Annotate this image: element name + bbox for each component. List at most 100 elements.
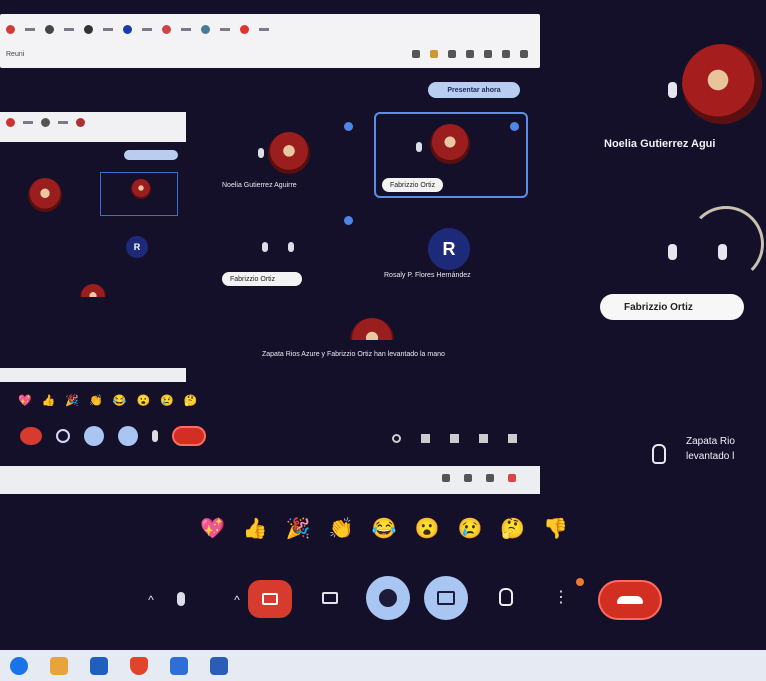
participant-name-chip: Fabrizzio Ortiz (600, 294, 744, 320)
activities-icon (479, 434, 488, 443)
mic-icon (288, 242, 294, 252)
reaction-surprise-icon[interactable]: 😮 (415, 516, 440, 541)
more-options-button[interactable]: ⋮ (553, 586, 569, 608)
controls-bar-small (20, 426, 206, 446)
tab-favicon[interactable] (201, 24, 210, 34)
tab-title-line (142, 27, 152, 31)
participant-name: Rosaly P. Flores Hernández (384, 272, 471, 279)
participant-name-chip: Fabrizzio Ortiz (222, 272, 302, 286)
tab-favicon (41, 118, 50, 127)
address-bar-row: Reuni (0, 44, 540, 64)
camera-off-icon (262, 593, 278, 605)
extension-icon[interactable] (448, 50, 456, 58)
os-taskbar (0, 650, 766, 681)
active-speaker-tile[interactable]: Fabrizzio Ortiz (374, 112, 528, 198)
mic-icon (668, 244, 677, 260)
extension-icon[interactable] (520, 50, 528, 58)
reaction-laugh-icon[interactable]: 😂 (372, 516, 397, 541)
reaction-think-icon: 🤔 (183, 395, 198, 407)
mic-options-chevron-icon[interactable]: ^ (144, 593, 158, 607)
extension-icon (464, 474, 472, 482)
people-icon (421, 434, 430, 443)
brave-browser-icon[interactable] (130, 656, 148, 675)
participant-avatar (131, 179, 151, 199)
reaction-sad-icon[interactable]: 😢 (457, 516, 482, 541)
reaction-think-icon[interactable]: 🤔 (500, 516, 525, 541)
reaction-heart-icon: 💖 (18, 395, 32, 407)
mic-icon (262, 242, 268, 252)
mic-icon (258, 148, 264, 158)
reactions-bar-small: 💖 👍 🎉 👏 😂 😮 😢 🤔 (18, 394, 198, 407)
extension-icon[interactable] (430, 50, 438, 58)
reactions-bar: 💖 👍 🎉 👏 😂 😮 😢 🤔 👎 (200, 516, 568, 541)
nested-browser-window-small (0, 112, 186, 142)
tab-favicon[interactable] (84, 24, 93, 34)
camera-toggle-button[interactable] (248, 580, 292, 618)
end-call-icon (617, 596, 643, 604)
tab-favicon[interactable] (162, 24, 171, 34)
mic-button[interactable] (176, 590, 186, 608)
emoji-icon (379, 589, 397, 607)
reaction-heart-icon[interactable]: 💖 (200, 516, 225, 541)
hand-raised-notice: Zapata Rio levantado l (686, 434, 735, 464)
hand-icon (499, 588, 513, 606)
reaction-party-icon[interactable]: 🎉 (286, 516, 311, 541)
extension-icon (486, 474, 494, 482)
camera-options-chevron-icon[interactable]: ^ (230, 593, 244, 607)
captions-button[interactable] (320, 588, 340, 608)
present-button[interactable] (424, 576, 468, 620)
extension-icon (508, 474, 516, 482)
speaking-ring (688, 206, 764, 282)
hand-raised-icon (652, 444, 666, 464)
hand-raised-notice: Zapata Rios Azure y Fabrizzio Ortiz han … (262, 351, 445, 358)
participant-name: Fabrizzio Ortiz (390, 181, 436, 189)
mic-icon (177, 592, 185, 606)
raise-hand-button[interactable] (496, 586, 516, 608)
participant-initial-avatar: R (428, 228, 470, 270)
speaking-indicator-icon (510, 122, 519, 131)
participant-avatar (80, 284, 106, 297)
tab-favicon[interactable] (123, 24, 132, 34)
store-icon[interactable] (90, 656, 108, 675)
extension-icon[interactable] (502, 50, 510, 58)
tab-title-line (181, 27, 191, 31)
extension-icon[interactable] (484, 50, 492, 58)
present-now-button[interactable]: Presentar ahora (428, 82, 520, 98)
speaking-indicator-icon (344, 122, 353, 131)
tab-favicon[interactable] (240, 24, 249, 34)
nested-browser-window-strip (0, 368, 186, 382)
active-speaker-tile-small (100, 172, 178, 216)
participant-avatar (430, 124, 470, 164)
captions-icon (56, 429, 70, 443)
extension-icon[interactable] (412, 50, 420, 58)
main-participant-avatar (682, 44, 762, 124)
extension-icon[interactable] (466, 50, 474, 58)
reactions-button[interactable] (366, 576, 410, 620)
photographed-screen: Reuni Presentar ahora Noelia Gutierrez A… (0, 0, 766, 650)
reaction-clap-icon: 👏 (89, 395, 103, 407)
emoji-icon (84, 426, 104, 446)
end-call-button[interactable] (598, 580, 662, 620)
mic-icon (416, 142, 422, 152)
reaction-party-icon: 🎉 (65, 395, 80, 407)
tab-favicon[interactable] (45, 24, 54, 34)
file-explorer-icon[interactable] (50, 656, 68, 675)
word-icon[interactable] (210, 656, 228, 675)
participant-avatar (268, 132, 310, 174)
present-icon (118, 426, 138, 446)
reaction-thumbs-up-icon[interactable]: 👍 (243, 516, 268, 541)
tab-favicon[interactable] (6, 24, 15, 34)
participant-initial-avatar: R (126, 236, 148, 258)
present-icon (437, 591, 455, 605)
edge-browser-icon[interactable] (10, 656, 28, 675)
reaction-thumbs-down-icon[interactable]: 👎 (543, 516, 568, 541)
tab-title-line (25, 27, 35, 31)
tab-title-line (220, 27, 230, 31)
tab-title-line (259, 27, 269, 31)
participant-name: Fabrizzio Ortiz (230, 275, 276, 283)
mail-icon[interactable] (170, 656, 188, 675)
camera-off-icon (20, 427, 42, 445)
tab-title-line (103, 27, 113, 31)
address-bar-text[interactable]: Reuni (6, 51, 24, 58)
reaction-clap-icon[interactable]: 👏 (329, 516, 354, 541)
